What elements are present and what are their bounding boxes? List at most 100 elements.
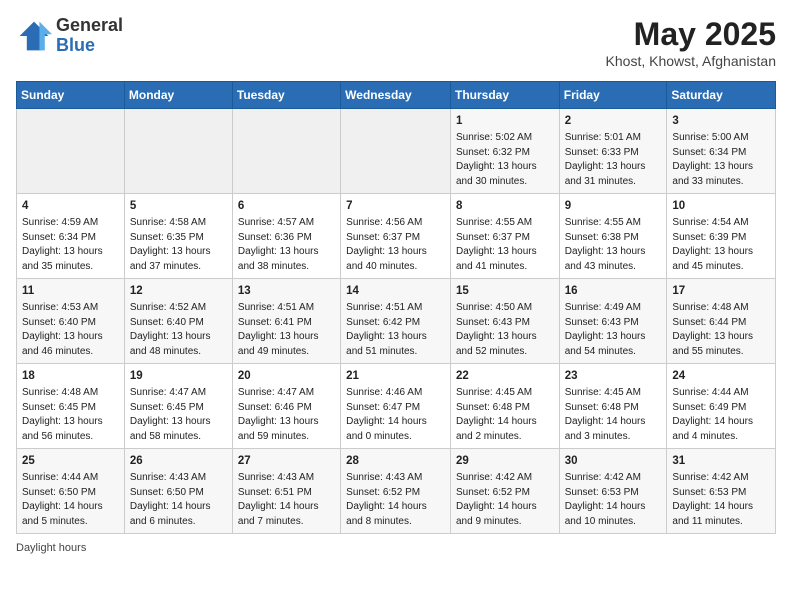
- header-day-sunday: Sunday: [17, 82, 125, 109]
- day-number: 6: [238, 198, 335, 214]
- calendar-cell: 12Sunrise: 4:52 AMSunset: 6:40 PMDayligh…: [124, 279, 232, 364]
- page-title: May 2025: [606, 16, 776, 53]
- day-info: Sunrise: 4:59 AMSunset: 6:34 PMDaylight:…: [22, 216, 119, 274]
- day-number: 23: [565, 368, 662, 384]
- calendar-cell: [341, 109, 451, 194]
- calendar-cell: [17, 109, 125, 194]
- calendar-cell: 4 Sunrise: 4:59 AMSunset: 6:34 PMDaylight…: [17, 194, 125, 279]
- day-number: 9: [565, 198, 662, 214]
- logo: General Blue: [16, 16, 123, 56]
- day-number: 12: [130, 283, 227, 299]
- calendar-cell: [124, 109, 232, 194]
- calendar-cell: 8 Sunrise: 4:55 AMSunset: 6:37 PMDaylight…: [450, 194, 559, 279]
- day-number: 5: [130, 198, 227, 214]
- calendar-cell: 10 Sunrise: 4:54 AMSunset: 6:39 PMDayligh…: [667, 194, 776, 279]
- calendar-week-5: 25 Sunrise: 4:44 AMSunset: 6:50 PMDayligh…: [17, 449, 776, 534]
- day-number: 8: [456, 198, 554, 214]
- day-info: Sunrise: 4:44 AMSunset: 6:50 PMDaylight:…: [22, 471, 119, 529]
- day-info: Sunrise: 4:44 AMSunset: 6:49 PMDaylight:…: [672, 386, 770, 444]
- calendar-cell: 7 Sunrise: 4:56 AMSunset: 6:37 PMDaylight…: [341, 194, 451, 279]
- calendar-cell: 16 Sunrise: 4:49 AMSunset: 6:43 PMDayligh…: [559, 279, 667, 364]
- day-number: 2: [565, 113, 662, 129]
- calendar-cell: 31 Sunrise: 4:42 AMSunset: 6:53 PMDayligh…: [667, 449, 776, 534]
- day-info: Sunrise: 4:45 AMSunset: 6:48 PMDaylight:…: [565, 386, 662, 444]
- calendar-week-1: 1 Sunrise: 5:02 AMSunset: 6:32 PMDaylight…: [17, 109, 776, 194]
- calendar-week-4: 18 Sunrise: 4:48 AMSunset: 6:45 PMDayligh…: [17, 364, 776, 449]
- day-number: 11: [22, 283, 119, 299]
- day-number: 10: [672, 198, 770, 214]
- day-number: 15: [456, 283, 554, 299]
- header-day-tuesday: Tuesday: [232, 82, 340, 109]
- day-number: 7: [346, 198, 445, 214]
- day-info: Sunrise: 5:01 AMSunset: 6:33 PMDaylight:…: [565, 131, 662, 189]
- day-info: Sunrise: 4:51 AMSunset: 6:41 PMDaylight:…: [238, 301, 335, 359]
- day-number: 18: [22, 368, 119, 384]
- day-number: 16: [565, 283, 662, 299]
- calendar-cell: 2 Sunrise: 5:01 AMSunset: 6:33 PMDaylight…: [559, 109, 667, 194]
- day-number: 14: [346, 283, 445, 299]
- calendar-cell: 11 Sunrise: 4:53 AMSunset: 6:40 PMDayligh…: [17, 279, 125, 364]
- calendar-cell: 22Sunrise: 4:45 AMSunset: 6:48 PMDayligh…: [450, 364, 559, 449]
- day-info: Sunrise: 4:55 AMSunset: 6:37 PMDaylight:…: [456, 216, 554, 274]
- day-info: Sunrise: 4:56 AMSunset: 6:37 PMDaylight:…: [346, 216, 445, 274]
- day-info: Sunrise: 4:48 AMSunset: 6:44 PMDaylight:…: [672, 301, 770, 359]
- day-number: 28: [346, 453, 445, 469]
- calendar-cell: 5 Sunrise: 4:58 AMSunset: 6:35 PMDaylight…: [124, 194, 232, 279]
- day-info: Sunrise: 4:47 AMSunset: 6:46 PMDaylight:…: [238, 386, 335, 444]
- page-subtitle: Khost, Khowst, Afghanistan: [606, 53, 776, 69]
- day-info: Sunrise: 4:49 AMSunset: 6:43 PMDaylight:…: [565, 301, 662, 359]
- day-info: Sunrise: 4:43 AMSunset: 6:50 PMDaylight:…: [130, 471, 227, 529]
- logo-general: General: [56, 15, 123, 35]
- day-info: Sunrise: 5:02 AMSunset: 6:32 PMDaylight:…: [456, 131, 554, 189]
- calendar-cell: 30Sunrise: 4:42 AMSunset: 6:53 PMDayligh…: [559, 449, 667, 534]
- day-number: 25: [22, 453, 119, 469]
- day-number: 13: [238, 283, 335, 299]
- day-number: 21: [346, 368, 445, 384]
- calendar-cell: 23 Sunrise: 4:45 AMSunset: 6:48 PMDayligh…: [559, 364, 667, 449]
- header-row: SundayMondayTuesdayWednesdayThursdayFrid…: [17, 82, 776, 109]
- calendar-cell: 25 Sunrise: 4:44 AMSunset: 6:50 PMDayligh…: [17, 449, 125, 534]
- calendar-cell: 6 Sunrise: 4:57 AMSunset: 6:36 PMDaylight…: [232, 194, 340, 279]
- day-info: Sunrise: 4:51 AMSunset: 6:42 PMDaylight:…: [346, 301, 445, 359]
- day-info: Sunrise: 4:54 AMSunset: 6:39 PMDaylight:…: [672, 216, 770, 274]
- logo-text: General Blue: [56, 16, 123, 56]
- day-number: 27: [238, 453, 335, 469]
- calendar-cell: 18 Sunrise: 4:48 AMSunset: 6:45 PMDayligh…: [17, 364, 125, 449]
- day-number: 17: [672, 283, 770, 299]
- day-number: 29: [456, 453, 554, 469]
- calendar-cell: 13 Sunrise: 4:51 AMSunset: 6:41 PMDayligh…: [232, 279, 340, 364]
- logo-icon: [16, 18, 52, 54]
- day-info: Sunrise: 4:47 AMSunset: 6:45 PMDaylight:…: [130, 386, 227, 444]
- day-number: 24: [672, 368, 770, 384]
- day-info: Sunrise: 4:42 AMSunset: 6:53 PMDaylight:…: [672, 471, 770, 529]
- day-number: 1: [456, 113, 554, 129]
- calendar-cell: 24 Sunrise: 4:44 AMSunset: 6:49 PMDayligh…: [667, 364, 776, 449]
- day-info: Sunrise: 4:43 AMSunset: 6:52 PMDaylight:…: [346, 471, 445, 529]
- calendar-cell: 21Sunrise: 4:46 AMSunset: 6:47 PMDayligh…: [341, 364, 451, 449]
- header-day-wednesday: Wednesday: [341, 82, 451, 109]
- calendar-cell: 26Sunrise: 4:43 AMSunset: 6:50 PMDayligh…: [124, 449, 232, 534]
- calendar-cell: 15 Sunrise: 4:50 AMSunset: 6:43 PMDayligh…: [450, 279, 559, 364]
- day-number: 31: [672, 453, 770, 469]
- day-info: Sunrise: 4:50 AMSunset: 6:43 PMDaylight:…: [456, 301, 554, 359]
- day-info: Sunrise: 4:53 AMSunset: 6:40 PMDaylight:…: [22, 301, 119, 359]
- day-info: Sunrise: 4:43 AMSunset: 6:51 PMDaylight:…: [238, 471, 335, 529]
- calendar-cell: [232, 109, 340, 194]
- day-info: Sunrise: 4:48 AMSunset: 6:45 PMDaylight:…: [22, 386, 119, 444]
- calendar-header: SundayMondayTuesdayWednesdayThursdayFrid…: [17, 82, 776, 109]
- calendar-table: SundayMondayTuesdayWednesdayThursdayFrid…: [16, 81, 776, 534]
- header-day-friday: Friday: [559, 82, 667, 109]
- day-info: Sunrise: 4:42 AMSunset: 6:52 PMDaylight:…: [456, 471, 554, 529]
- header-day-saturday: Saturday: [667, 82, 776, 109]
- calendar-week-2: 4 Sunrise: 4:59 AMSunset: 6:34 PMDaylight…: [17, 194, 776, 279]
- day-info: Sunrise: 4:57 AMSunset: 6:36 PMDaylight:…: [238, 216, 335, 274]
- day-info: Sunrise: 5:00 AMSunset: 6:34 PMDaylight:…: [672, 131, 770, 189]
- day-number: 4: [22, 198, 119, 214]
- day-number: 20: [238, 368, 335, 384]
- day-info: Sunrise: 4:58 AMSunset: 6:35 PMDaylight:…: [130, 216, 227, 274]
- calendar-week-3: 11 Sunrise: 4:53 AMSunset: 6:40 PMDayligh…: [17, 279, 776, 364]
- daylight-hours-label: Daylight hours: [16, 542, 86, 554]
- day-number: 3: [672, 113, 770, 129]
- calendar-body: 1 Sunrise: 5:02 AMSunset: 6:32 PMDaylight…: [17, 109, 776, 534]
- day-info: Sunrise: 4:55 AMSunset: 6:38 PMDaylight:…: [565, 216, 662, 274]
